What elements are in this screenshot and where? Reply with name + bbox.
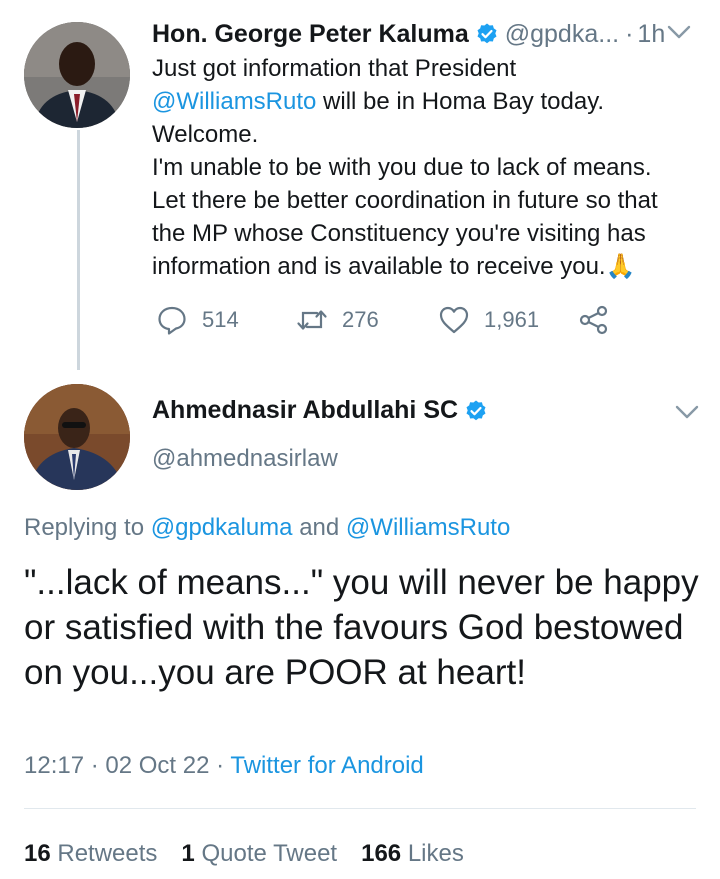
tweet-timestamp[interactable]: 1h (637, 20, 665, 49)
author-handle[interactable]: @gpdka... (505, 20, 619, 49)
likes-stat[interactable]: 166 Likes (361, 840, 464, 868)
quote-tweets-label: Quote Tweet (201, 840, 338, 867)
thread-connector-line (77, 130, 80, 370)
author-name[interactable]: Ahmednasir Abdullahi SC (152, 396, 458, 425)
tweet-date: 02 Oct 22 (105, 752, 210, 779)
like-button[interactable]: 1,961 (438, 300, 539, 340)
retweet-button[interactable]: 276 (296, 300, 379, 340)
separator-dot: · (84, 752, 106, 779)
chevron-down-icon[interactable] (666, 22, 692, 42)
chevron-down-icon[interactable] (674, 402, 700, 422)
replying-to: Replying to @gpdkaluma and @WilliamsRuto (24, 514, 510, 542)
tweet-line: Let there be better coordination in futu… (152, 187, 658, 214)
retweets-label: Retweets (57, 840, 158, 867)
tweet-line: @WilliamsRuto will be in Homa Bay today. (152, 85, 712, 118)
verified-badge-icon (466, 400, 486, 420)
avatar[interactable] (24, 384, 130, 490)
share-button[interactable] (578, 300, 624, 340)
avatar-portrait-image (24, 384, 130, 490)
divider (24, 808, 696, 809)
tweet-header: Ahmednasir Abdullahi SC (152, 396, 494, 425)
mention-link[interactable]: @WilliamsRuto (152, 88, 316, 115)
reply-button[interactable]: 514 (156, 300, 239, 340)
replying-prefix: Replying to (24, 514, 151, 541)
likes-count: 166 (361, 840, 402, 867)
avatar-portrait-image (24, 22, 130, 128)
tweet-line-rest: will be in Homa Bay today. (316, 88, 605, 115)
tweet-source-link[interactable]: Twitter for Android (230, 752, 423, 779)
tweet-actions: 514 276 1,961 (156, 300, 636, 340)
like-count: 1,961 (484, 307, 540, 332)
share-icon (579, 305, 608, 335)
tweet-line: Welcome. (152, 121, 259, 148)
quote-tweets-stat[interactable]: 1 Quote Tweet (181, 840, 337, 868)
tweet-line: the MP whose Constituency you're visitin… (152, 220, 646, 247)
quote-tweets-count: 1 (181, 840, 195, 867)
tweet-line-text: information and is available to receive … (152, 253, 606, 280)
tweet-time: 12:17 (24, 752, 85, 779)
retweet-icon (297, 310, 327, 330)
tweet-header: Hon. George Peter Kaluma @gpdka... · 1h (152, 16, 702, 52)
praying-hands-emoji: 🙏 (605, 253, 636, 280)
separator-dot: · (625, 19, 634, 48)
tweet-line: I'm unable to be with you due to lack of… (152, 154, 652, 181)
replying-and: and (292, 514, 346, 541)
avatar[interactable] (24, 22, 130, 128)
tweet-meta: 12:17 · 02 Oct 22 · Twitter for Android (24, 752, 424, 780)
tweet-text: Just got information that President @Wil… (152, 52, 712, 283)
reply-icon (158, 306, 186, 335)
mention-link[interactable]: @gpdkaluma (151, 514, 293, 541)
author-name[interactable]: Hon. George Peter Kaluma (152, 20, 469, 49)
verified-badge-icon (477, 23, 497, 44)
tweet-text: "...lack of means..." you will never be … (24, 563, 699, 692)
retweet-count: 276 (342, 307, 379, 332)
engagement-stats: 16 Retweets 1 Quote Tweet 166 Likes (24, 840, 488, 868)
mention-link[interactable]: @WilliamsRuto (346, 514, 510, 541)
retweets-stat[interactable]: 16 Retweets (24, 840, 157, 868)
tweet-line: information and is available to receive … (152, 250, 712, 283)
separator-dot: · (209, 752, 231, 779)
tweet-line: Just got information that President (152, 55, 517, 82)
author-handle[interactable]: @ahmednasirlaw (152, 445, 338, 473)
likes-label: Likes (407, 840, 464, 867)
heart-icon (439, 306, 469, 334)
reply-count: 514 (202, 307, 239, 332)
retweets-count: 16 (24, 840, 51, 867)
